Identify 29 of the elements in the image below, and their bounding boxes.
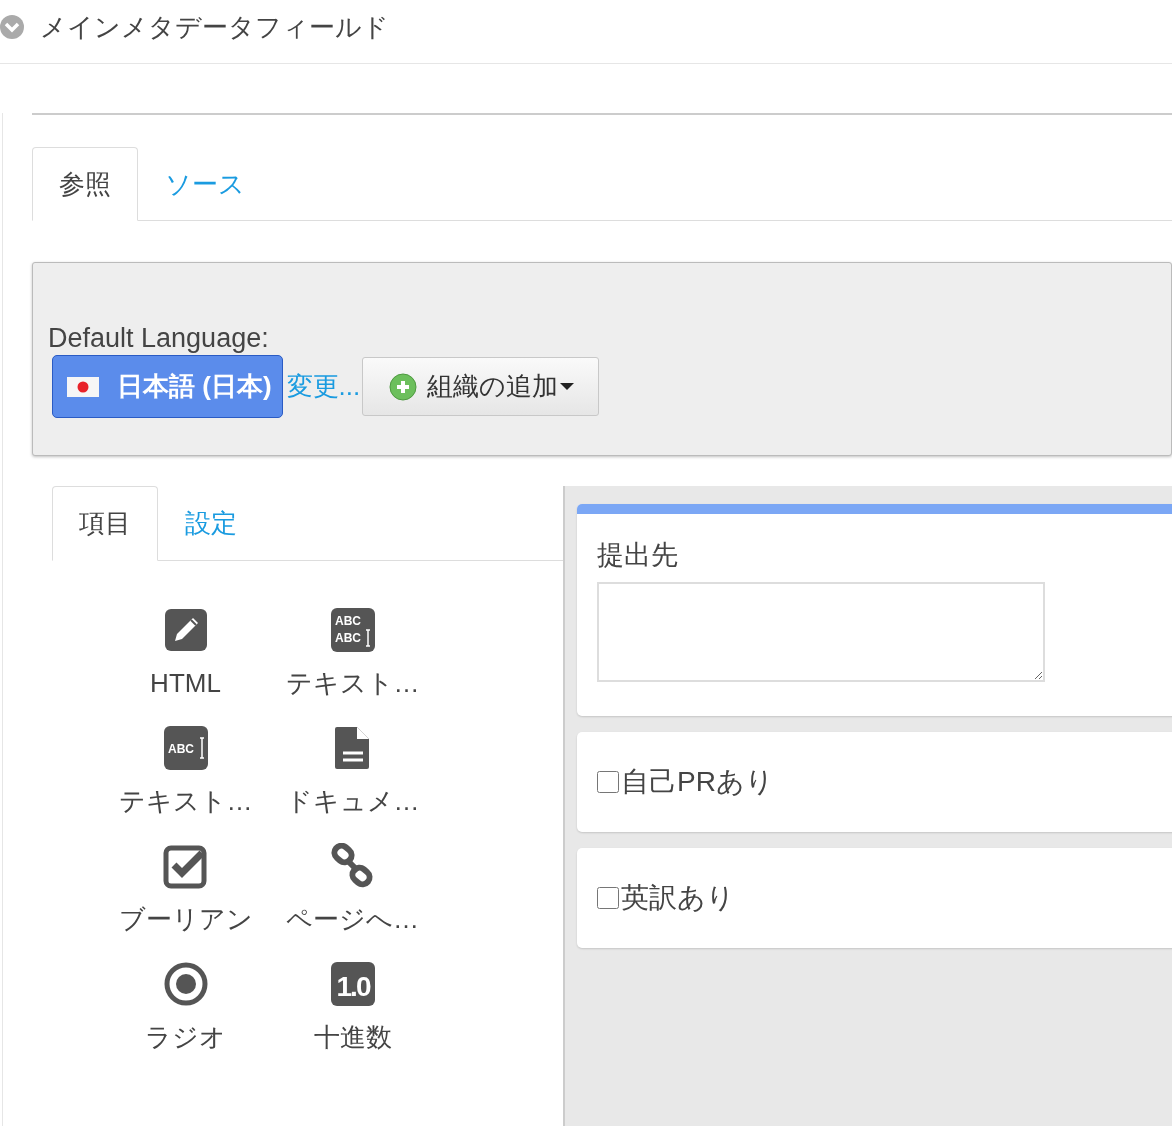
palette-item[interactable]: ドキュメ… [269,725,436,817]
palette-item[interactable]: ABC テキスト… [102,725,269,817]
checkbox-label: 英訳あり [621,881,735,915]
radio-icon [162,961,209,1007]
decimal-icon: 1.0 [329,961,376,1007]
tab[interactable]: 参照 [32,147,138,221]
text-area-field[interactable] [597,582,1045,682]
field-label: 提出先 [597,539,679,572]
flag-icon [67,376,99,397]
plus-circle-icon [389,372,418,401]
palette-item[interactable]: ブーリアン [102,843,269,935]
checkbox-label: 自己PRあり [621,765,774,799]
checkbox-icon [162,843,209,889]
palette-item[interactable]: ABC ABC テキスト… [269,607,436,699]
add-organization-button[interactable]: 組織の追加 [362,357,600,416]
palette-item[interactable]: 1.0 十進数 [269,961,436,1053]
checkbox[interactable] [597,887,619,909]
checkbox[interactable] [597,771,619,793]
pencil-icon [162,607,209,653]
caret-icon [560,383,575,390]
chevron-down-icon[interactable] [0,15,24,39]
language-label: Default Language: [48,322,269,355]
palette-item[interactable]: ページへ… [269,843,436,935]
text-area-icon: ABC ABC [329,607,376,653]
palette-item[interactable]: ラジオ [102,961,269,1053]
section-title: メインメタデータフィールド [40,11,389,44]
text-field-icon: ABC [162,725,209,771]
palette-item[interactable]: HTML [102,607,269,699]
tab[interactable]: 項目 [52,486,158,561]
